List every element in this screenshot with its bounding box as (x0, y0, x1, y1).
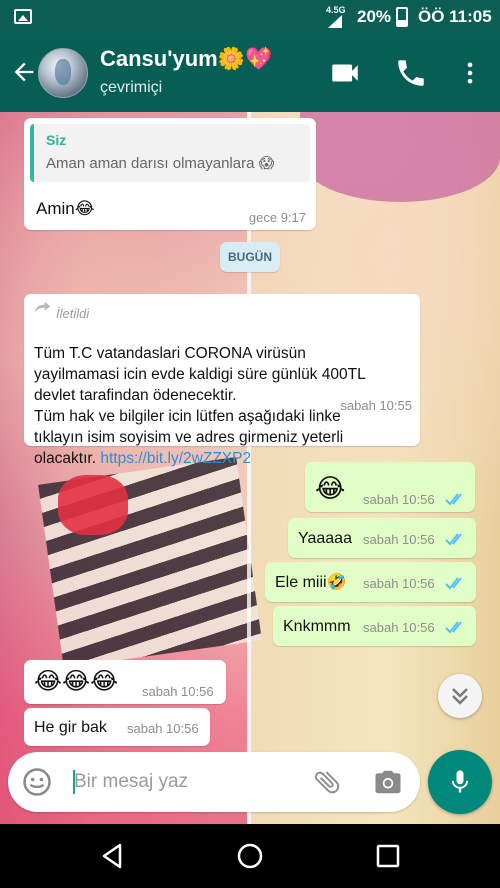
message-time: sabah 10:55 (340, 398, 412, 413)
battery-percent: 20% (357, 7, 392, 26)
chat-messages[interactable]: Siz Aman aman darısı olmayanlara 😱 Amin😂… (0, 112, 500, 824)
nav-home-icon[interactable] (234, 840, 266, 872)
wallpaper-hat (300, 112, 500, 202)
video-call-icon[interactable] (328, 56, 362, 90)
read-ticks-icon (445, 577, 462, 590)
message-time: sabah 10:56 (363, 492, 435, 507)
battery-icon (396, 7, 408, 27)
nav-back-icon[interactable] (96, 840, 128, 872)
quoted-text: Aman aman darısı olmayanlara 😱 (46, 155, 275, 172)
back-arrow-icon[interactable] (10, 58, 38, 91)
phone-icon[interactable] (394, 56, 428, 90)
nav-recents-icon[interactable] (372, 840, 404, 872)
contact-avatar[interactable] (38, 48, 88, 98)
message-time: gece 9:17 (248, 210, 306, 225)
forwarded-label: İletildi (34, 300, 154, 321)
message-text: Yaaaaa (298, 530, 352, 547)
message-bubble-incoming[interactable]: Siz Aman aman darısı olmayanlara 😱 Amin😂… (24, 118, 316, 230)
message-text: He gir bak (34, 719, 107, 736)
message-time: sabah 10:56 (363, 576, 435, 591)
message-time: sabah 10:56 (142, 684, 214, 699)
message-bubble-outgoing[interactable]: 😂 sabah 10:56 (305, 462, 475, 512)
message-text: Knkmmm (283, 618, 351, 635)
contact-status: çevrimiçi (100, 79, 163, 96)
quoted-author: Siz (46, 132, 67, 148)
gallery-notification-icon (14, 9, 32, 24)
message-bubble-outgoing[interactable]: Knkmmm sabah 10:56 (273, 606, 476, 646)
message-time: sabah 10:56 (363, 532, 435, 547)
android-nav-bar (0, 824, 500, 888)
message-text: Amin😂 (36, 199, 95, 218)
date-separator: BUGÜN (220, 242, 280, 272)
message-composer[interactable]: Bir mesaj yaz (8, 752, 420, 812)
status-bar: 4.5G 20% ÖÖ 11:05 (0, 0, 500, 34)
mic-button[interactable] (428, 750, 492, 814)
message-time: sabah 10:56 (363, 620, 435, 635)
message-bubble-incoming[interactable]: 😂😂😂 sabah 10:56 (24, 660, 226, 704)
message-body: Tüm T.C vatandaslari CORONA virüsün yayi… (34, 345, 366, 467)
signal-icon (328, 15, 342, 28)
network-type: 4.5G (326, 5, 346, 15)
more-vert-icon[interactable] (456, 56, 490, 90)
status-time: ÖÖ 11:05 (418, 7, 492, 26)
forward-icon (34, 301, 51, 313)
read-ticks-icon (445, 493, 462, 506)
message-link[interactable]: https://bit.ly/2wZZXP2 (100, 450, 251, 467)
attach-icon[interactable] (312, 767, 342, 797)
message-bubble-outgoing[interactable]: Yaaaaa sabah 10:56 (288, 518, 476, 558)
message-input[interactable]: Bir mesaj yaz (74, 771, 188, 793)
wallpaper-bow (58, 475, 128, 535)
camera-icon[interactable] (372, 767, 404, 797)
message-text: 😂 (315, 473, 346, 503)
message-time: sabah 10:56 (127, 721, 199, 736)
scroll-to-bottom-button[interactable] (438, 674, 482, 718)
message-bubble-incoming[interactable]: He gir bak sabah 10:56 (24, 708, 210, 746)
chat-header: Cansu'yum🌼💖 çevrimiçi (0, 34, 500, 112)
contact-name[interactable]: Cansu'yum🌼💖 (100, 46, 273, 72)
message-text: Ele miii🤣 (275, 574, 347, 591)
message-bubble-incoming[interactable]: İletildi Tüm T.C vatandaslari CORONA vir… (24, 294, 420, 467)
quoted-reply[interactable]: Siz Aman aman darısı olmayanlara 😱 (30, 124, 310, 182)
mic-icon (451, 770, 469, 793)
forwarded-text: İletildi (56, 306, 90, 321)
message-text: Tüm T.C vatandaslari CORONA virüsün yayi… (34, 322, 414, 469)
message-bubble-outgoing[interactable]: Ele miii🤣 sabah 10:56 (265, 562, 476, 602)
message-text: 😂😂😂 (34, 668, 119, 695)
read-ticks-icon (445, 621, 462, 634)
read-ticks-icon (445, 533, 462, 546)
emoji-icon[interactable] (22, 767, 52, 797)
double-chevron-down-icon (452, 688, 468, 705)
